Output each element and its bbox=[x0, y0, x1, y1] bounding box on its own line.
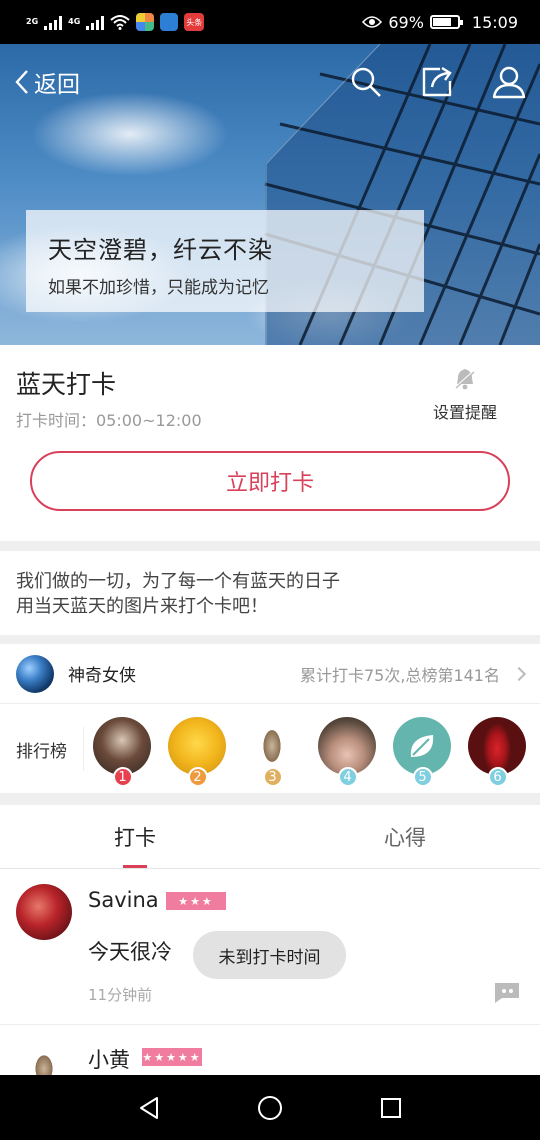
status-bar: 2G 4G 头条 69% 15:09 bbox=[0, 0, 540, 44]
rank-badge: 1 bbox=[112, 767, 133, 787]
set-reminder-label: 设置提醒 bbox=[432, 403, 497, 422]
rank-badge: 6 bbox=[487, 767, 508, 787]
profile-icon[interactable] bbox=[492, 65, 526, 99]
post-author: Savina bbox=[88, 888, 159, 912]
feed-item[interactable]: 小黄 ★★★★★ bbox=[0, 1026, 540, 1075]
star-level-badge: ★★★★★ bbox=[142, 1048, 202, 1066]
status-right: 69% 15:09 bbox=[362, 13, 518, 32]
toast-message: 未到打卡时间 bbox=[193, 931, 346, 979]
divider bbox=[0, 635, 540, 644]
description-line: 用当天蓝天的图片来打个卡吧！ bbox=[16, 596, 268, 617]
leaderboard-list: 1 2 3 4 5 6 bbox=[84, 717, 540, 787]
recents-square-icon[interactable] bbox=[379, 1096, 403, 1120]
status-left: 2G 4G 头条 bbox=[26, 13, 205, 31]
signal-icon bbox=[86, 14, 105, 30]
user-stats: 累计打卡75次,总榜第141名 bbox=[300, 662, 527, 686]
post-author: 小黄 bbox=[88, 1048, 130, 1072]
back-label: 返回 bbox=[34, 72, 80, 98]
eye-comfort-icon bbox=[362, 16, 383, 28]
top-nav: 返回 bbox=[0, 44, 540, 120]
my-checkin-summary[interactable]: 神奇女侠 累计打卡75次,总榜第141名 bbox=[0, 644, 540, 704]
leaderboard-item[interactable]: 5 bbox=[392, 717, 451, 787]
app-notification-icon bbox=[136, 13, 155, 31]
set-reminder-button[interactable]: 设置提醒 bbox=[428, 367, 502, 423]
chevron-right-icon bbox=[511, 666, 527, 681]
back-button[interactable]: 返回 bbox=[14, 65, 80, 99]
rank-badge: 4 bbox=[337, 767, 358, 787]
bell-off-icon bbox=[455, 369, 475, 390]
hero-banner: 返回 天空澄碧，纤云不染 如果不加珍惜，只能成为记忆 bbox=[0, 44, 540, 345]
description: 我们做的一切，为了每一个有蓝天的日子 用当天蓝天的图片来打个卡吧！ bbox=[0, 551, 540, 635]
checkin-info: 蓝天打卡 打卡时间：05:00~12:00 设置提醒 立即打卡 bbox=[0, 345, 540, 541]
rank-badge: 5 bbox=[412, 767, 433, 787]
tab-checkin[interactable]: 打卡 bbox=[0, 805, 270, 868]
star-level-badge: ★★★ bbox=[166, 892, 226, 910]
nav-actions bbox=[350, 65, 526, 99]
feed-tabs: 打卡 心得 bbox=[0, 805, 540, 869]
leaderboard-item[interactable]: 1 bbox=[92, 717, 151, 787]
checkin-time: 打卡时间：05:00~12:00 bbox=[16, 411, 202, 430]
post-time: 11分钟前 bbox=[88, 986, 153, 1004]
battery-percent: 69% bbox=[388, 12, 424, 32]
checkin-now-button[interactable]: 立即打卡 bbox=[30, 451, 510, 511]
back-triangle-icon[interactable] bbox=[137, 1095, 161, 1121]
avatar bbox=[16, 654, 54, 693]
wifi-icon bbox=[110, 15, 130, 30]
comment-icon[interactable] bbox=[492, 980, 522, 1004]
divider bbox=[0, 793, 540, 805]
battery-icon bbox=[429, 15, 463, 29]
toutiao-app-icon: 头条 bbox=[184, 13, 205, 31]
leaderboard-item[interactable]: 6 bbox=[467, 717, 526, 787]
banner-caption: 天空澄碧，纤云不染 如果不加珍惜，只能成为记忆 bbox=[26, 210, 424, 312]
app-notification-icon bbox=[160, 13, 179, 31]
divider bbox=[0, 541, 540, 551]
rank-badge: 3 bbox=[262, 767, 283, 787]
post-text: 今天很冷 bbox=[88, 940, 172, 964]
user-stats-text: 累计打卡75次,总榜第141名 bbox=[300, 665, 500, 685]
search-icon[interactable] bbox=[350, 66, 382, 98]
leaderboard-item[interactable]: 3 bbox=[242, 717, 301, 787]
leaderboard-item[interactable]: 4 bbox=[317, 717, 376, 787]
clock: 15:09 bbox=[471, 12, 518, 32]
rank-badge: 2 bbox=[187, 767, 208, 787]
network-4g-label: 4G bbox=[68, 17, 81, 26]
description-line: 我们做的一切，为了每一个有蓝天的日子 bbox=[16, 571, 340, 592]
avatar bbox=[16, 1038, 72, 1075]
leaderboard-label: 排行榜 bbox=[0, 727, 84, 771]
banner-title: 天空澄碧，纤云不染 bbox=[48, 236, 273, 264]
leaf-icon bbox=[410, 735, 433, 757]
leaderboard: 排行榜 1 2 3 4 5 6 bbox=[0, 705, 540, 793]
avatar bbox=[16, 884, 72, 940]
checkin-title: 蓝天打卡 bbox=[16, 370, 117, 399]
user-name: 神奇女侠 bbox=[68, 666, 136, 686]
home-circle-icon[interactable] bbox=[256, 1094, 284, 1122]
tab-notes[interactable]: 心得 bbox=[270, 805, 540, 868]
share-icon[interactable] bbox=[420, 65, 454, 99]
leaderboard-item[interactable]: 2 bbox=[167, 717, 226, 787]
chevron-left-icon bbox=[15, 70, 28, 94]
signal-icon bbox=[44, 14, 63, 30]
system-nav-bar bbox=[0, 1075, 540, 1140]
banner-subtitle: 如果不加珍惜，只能成为记忆 bbox=[48, 278, 269, 298]
network-2g-label: 2G bbox=[26, 17, 39, 26]
